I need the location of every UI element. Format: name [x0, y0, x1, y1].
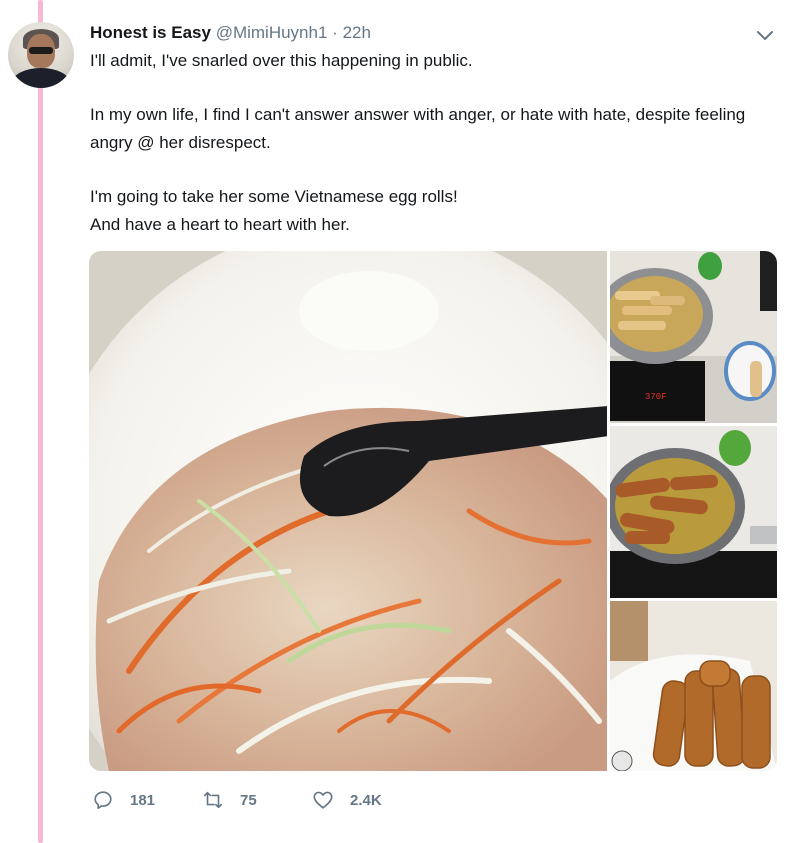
author-name[interactable]: Honest is Easy: [90, 23, 211, 42]
retweet-button[interactable]: 75: [202, 789, 257, 811]
tweet-paragraph: And have a heart to heart with her.: [90, 215, 350, 234]
author-handle[interactable]: @MimiHuynh1: [216, 23, 328, 42]
stove-display: 370F: [645, 392, 667, 402]
retweet-icon: [203, 791, 223, 809]
tweet-paragraph: I'm going to take her some Vietnamese eg…: [90, 187, 458, 206]
reply-count: 181: [130, 791, 156, 809]
photo-frying-pan-golden[interactable]: [610, 426, 777, 598]
avatar[interactable]: [8, 22, 74, 88]
avatar-shoulders: [12, 68, 70, 88]
reply-button[interactable]: 181: [92, 789, 155, 811]
tweet-header: Honest is Easy @MimiHuynh1 · 22h: [90, 22, 371, 44]
photo-filling-bowl[interactable]: [89, 251, 607, 771]
tweet-paragraph: I'll admit, I've snarled over this happe…: [90, 51, 473, 70]
tweet-media-grid: 370F: [89, 251, 777, 771]
photo-frying-pan-top[interactable]: 370F: [610, 251, 777, 423]
tweet-paragraph: In my own life, I find I can't answer an…: [90, 105, 746, 152]
chevron-down-icon[interactable]: [754, 24, 776, 46]
reply-icon: [94, 791, 112, 810]
photo-fried-egg-rolls[interactable]: [610, 601, 777, 771]
thread-connector-line: [38, 0, 43, 843]
heart-icon: [313, 791, 333, 809]
like-button[interactable]: 2.4K: [312, 789, 382, 811]
tweet-timestamp[interactable]: 22h: [343, 23, 371, 42]
header-separator: ·: [332, 23, 338, 42]
tweet-text: I'll admit, I've snarled over this happe…: [90, 47, 790, 239]
avatar-sunglasses: [29, 47, 53, 54]
like-count: 2.4K: [350, 791, 382, 809]
retweet-count: 75: [240, 791, 257, 809]
